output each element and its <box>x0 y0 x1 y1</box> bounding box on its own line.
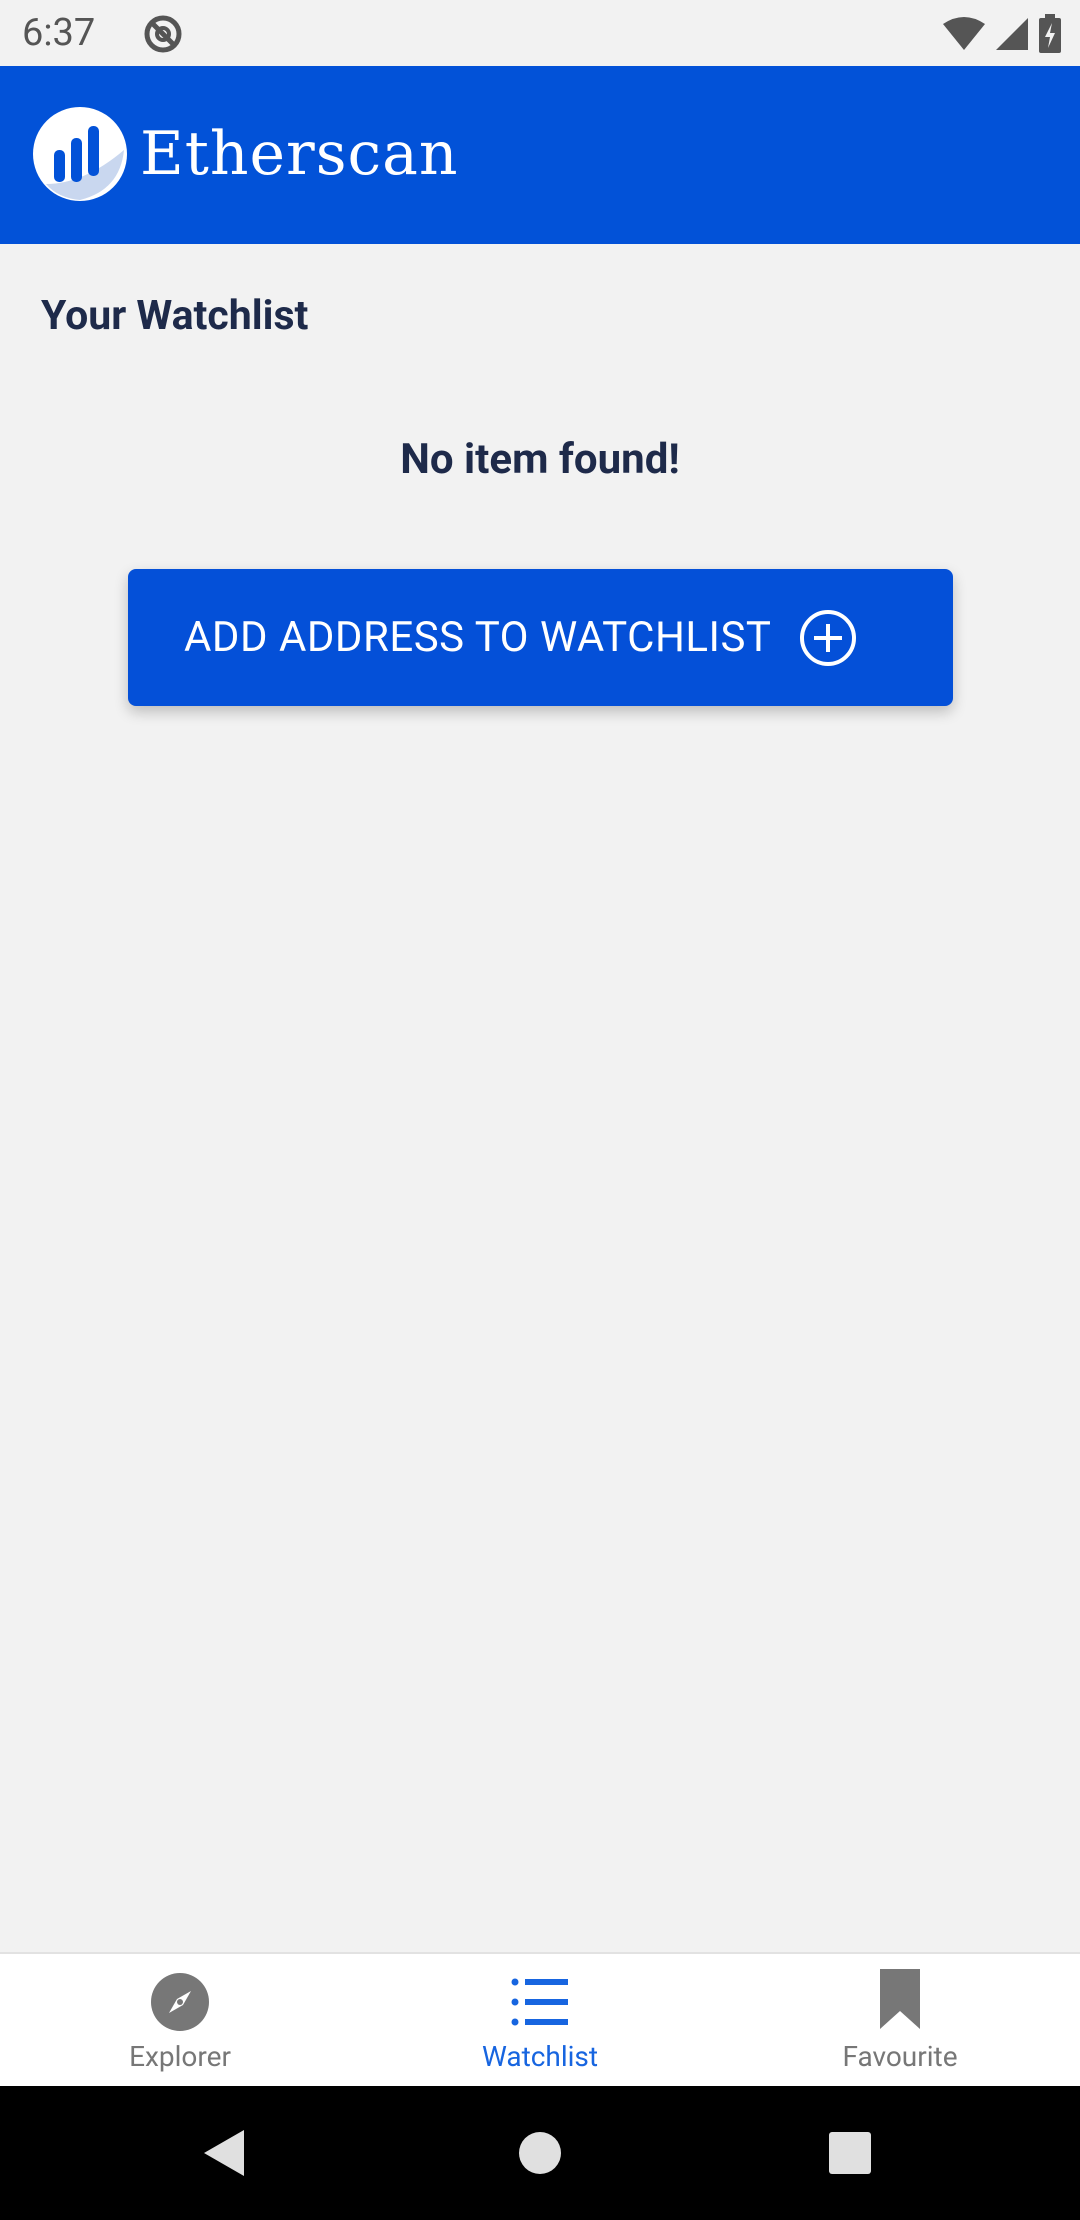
wifi-icon <box>943 17 985 50</box>
status-time: 6:37 <box>22 11 96 55</box>
status-bar: 6:37 <box>0 0 1080 66</box>
app-name: Etherscan <box>140 119 459 189</box>
recents-icon[interactable] <box>823 2126 877 2180</box>
add-address-button[interactable]: ADD ADDRESS TO WATCHLIST <box>128 569 953 706</box>
empty-state-message: No item found! <box>400 435 680 484</box>
nav-item-watchlist[interactable]: Watchlist <box>360 1954 720 2088</box>
bookmark-icon <box>880 1969 920 2029</box>
page-title: Your Watchlist <box>41 292 309 340</box>
do-not-disturb-icon <box>144 15 182 53</box>
nav-label-explorer: Explorer <box>129 2040 231 2073</box>
app-header: Etherscan <box>0 66 1080 244</box>
back-icon[interactable] <box>198 2126 252 2180</box>
nav-item-favourite[interactable]: Favourite <box>720 1954 1080 2088</box>
list-icon <box>511 1978 568 2026</box>
plus-circle-icon <box>800 609 857 666</box>
nav-label-watchlist: Watchlist <box>481 2040 599 2073</box>
signal-icon <box>996 18 1028 50</box>
system-nav-bar <box>0 2086 1080 2220</box>
home-icon[interactable] <box>513 2126 567 2180</box>
bottom-nav: Explorer Watchlist Favourite <box>0 1952 1080 2086</box>
battery-icon <box>1039 14 1061 53</box>
add-address-button-label: ADD ADDRESS TO WATCHLIST <box>184 613 772 662</box>
etherscan-logo-icon <box>33 107 127 201</box>
status-icons <box>942 13 1062 55</box>
compass-icon <box>151 1973 209 2031</box>
nav-label-favourite: Favourite <box>842 2040 958 2073</box>
nav-item-explorer[interactable]: Explorer <box>0 1954 360 2088</box>
